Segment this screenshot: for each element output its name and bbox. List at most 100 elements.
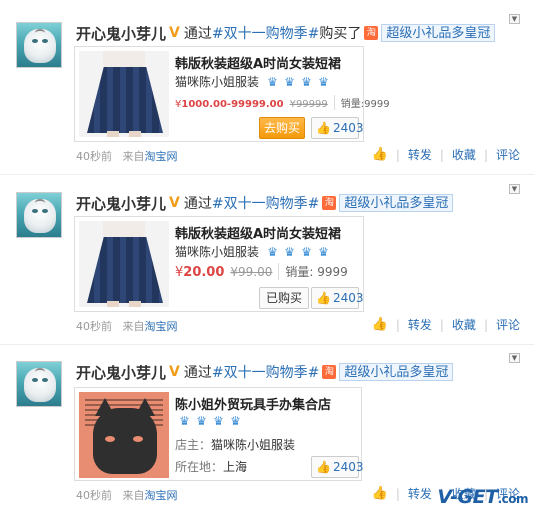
crown-icon: ♛ xyxy=(230,414,241,428)
author-name[interactable]: 开心鬼小芽儿 xyxy=(76,193,166,214)
post-actions: 👍 | 转发 | 收藏 | 评论 xyxy=(371,316,520,333)
weibo-feed: ▼ 开心鬼小芽儿 V 通过 #双十一购物季# 购买了 淘 超级小礼品多皇冠 韩版… xyxy=(0,0,534,512)
forward-button[interactable]: 转发 xyxy=(408,485,432,502)
shop-row: 猫咪陈小姐服装 ♛ ♛ ♛ ♛ xyxy=(175,73,331,90)
bought-button[interactable]: 已购买 xyxy=(259,287,309,309)
source-prefix: 来自 xyxy=(122,150,145,163)
source-link[interactable]: 淘宝网 xyxy=(145,320,178,333)
forward-button[interactable]: 转发 xyxy=(408,146,432,163)
product-title[interactable]: 韩版秋装超级A时尚女装短裙 xyxy=(175,53,341,72)
taobao-icon: 淘 xyxy=(322,196,337,210)
favorite-button[interactable]: 收藏 xyxy=(452,316,476,333)
like-icon[interactable]: 👍 xyxy=(372,486,388,501)
currency-symbol: ¥ xyxy=(175,265,184,280)
thumb-up-icon: 👍 xyxy=(316,291,331,305)
like-count: 2403 xyxy=(332,121,364,135)
crown-icon: ♛ xyxy=(267,244,278,259)
like-button[interactable]: 👍 2403 xyxy=(311,117,364,139)
product-card[interactable]: 韩版秋装超级A时尚女装短裙 猫咪陈小姐服装 ♛ ♛ ♛ ♛ ¥ 1000.00-… xyxy=(74,46,390,142)
avatar[interactable] xyxy=(16,192,62,238)
price-row: ¥ 1000.00-99999.00 ¥99999 销量:9999 xyxy=(175,95,390,110)
like-icon[interactable]: 👍 xyxy=(372,147,388,162)
thumb-up-icon: 👍 xyxy=(316,460,331,474)
feed-post: ▼ 开心鬼小芽儿 V 通过 #双十一购物季# 淘 超级小礼品多皇冠 韩版秋装超级… xyxy=(0,178,534,346)
tag-link[interactable]: 超级小礼品多皇冠 xyxy=(339,194,454,212)
like-button[interactable]: 👍 2403 xyxy=(311,287,364,309)
shop-title[interactable]: 陈小姐外贸玩具手办集合店 xyxy=(175,394,331,413)
thumb-up-icon: 👍 xyxy=(316,121,331,135)
buy-button[interactable]: 去购买 xyxy=(259,117,305,139)
source-link[interactable]: 淘宝网 xyxy=(145,150,178,163)
post-time[interactable]: 40秒前 xyxy=(76,150,112,163)
product-image[interactable] xyxy=(79,221,169,307)
taobao-icon: 淘 xyxy=(364,26,379,40)
chevron-down-icon[interactable]: ▼ xyxy=(509,14,520,24)
like-button[interactable]: 👍 2403 xyxy=(311,456,364,478)
via-text: 通过 xyxy=(183,196,212,212)
verified-icon: V xyxy=(169,25,180,41)
product-image[interactable] xyxy=(79,51,169,137)
source-prefix: 来自 xyxy=(122,489,145,502)
via-text: 通过 xyxy=(183,365,212,381)
topic-link[interactable]: #双十一购物季# xyxy=(212,193,319,213)
tag-link[interactable]: 超级小礼品多皇冠 xyxy=(339,363,454,381)
price-row: ¥ 20.00 ¥99.00 销量: 9999 xyxy=(175,263,348,280)
chevron-down-icon[interactable]: ▼ xyxy=(509,353,520,363)
crown-icon: ♛ xyxy=(318,74,329,89)
post-actions: 👍 | 转发 | 收藏 | 评论 xyxy=(371,146,520,163)
post-headline: 开心鬼小芽儿 V 通过 #双十一购物季# 淘 超级小礼品多皇冠 xyxy=(76,192,454,214)
crown-icon: ♛ xyxy=(284,74,295,89)
shop-card[interactable]: 陈小姐外贸玩具手办集合店 ♛ ♛ ♛ ♛ 店主：猫咪陈小姐服装 所在地：上海 👍… xyxy=(74,387,364,481)
topic-link[interactable]: #双十一购物季# xyxy=(212,23,319,43)
crown-icon: ♛ xyxy=(301,74,312,89)
source-prefix: 来自 xyxy=(122,320,145,333)
comment-button[interactable]: 评论 xyxy=(496,146,520,163)
via-text: 通过 xyxy=(183,26,212,42)
skirt-image xyxy=(87,67,163,133)
favorite-button[interactable]: 收藏 xyxy=(452,146,476,163)
like-icon[interactable]: 👍 xyxy=(372,317,388,332)
old-price: ¥99.00 xyxy=(230,265,273,279)
post-headline: 开心鬼小芽儿 V 通过 #双十一购物季# 购买了 淘 超级小礼品多皇冠 xyxy=(76,22,496,44)
product-title[interactable]: 韩版秋装超级A时尚女装短裙 xyxy=(175,223,341,242)
watermark-logo: V-GET.com xyxy=(437,486,528,508)
like-count: 2403 xyxy=(332,291,364,305)
shop-name[interactable]: 猫咪陈小姐服装 xyxy=(175,243,259,260)
author-name[interactable]: 开心鬼小芽儿 xyxy=(76,23,166,44)
post-meta: 40秒前 来自淘宝网 xyxy=(76,318,178,334)
post-meta: 40秒前 来自淘宝网 xyxy=(76,148,178,164)
price: 1000.00-99999.00 xyxy=(181,99,284,110)
post-meta: 40秒前 来自淘宝网 xyxy=(76,487,178,503)
topic-link[interactable]: #双十一购物季# xyxy=(212,362,319,382)
crown-icon: ♛ xyxy=(196,414,207,428)
feed-post: ▼ 开心鬼小芽儿 V 通过 #双十一购物季# 购买了 淘 超级小礼品多皇冠 韩版… xyxy=(0,8,534,176)
author-name[interactable]: 开心鬼小芽儿 xyxy=(76,362,166,383)
sales-count: 销量: 9999 xyxy=(278,263,348,280)
product-card[interactable]: 韩版秋装超级A时尚女装短裙 猫咪陈小姐服装 ♛ ♛ ♛ ♛ ¥ 20.00 ¥9… xyxy=(74,216,364,312)
shop-owner: 店主：猫咪陈小姐服装 xyxy=(175,438,296,452)
skirt-image xyxy=(87,237,163,303)
crown-icon: ♛ xyxy=(284,244,295,259)
avatar[interactable] xyxy=(16,22,62,68)
tag-link[interactable]: 超级小礼品多皇冠 xyxy=(381,24,496,42)
post-time[interactable]: 40秒前 xyxy=(76,489,112,502)
shop-image[interactable] xyxy=(79,392,169,478)
crown-icon: ♛ xyxy=(213,414,224,428)
source-link[interactable]: 淘宝网 xyxy=(145,489,178,502)
avatar[interactable] xyxy=(16,361,62,407)
crown-rating: ♛ ♛ ♛ ♛ xyxy=(263,75,331,89)
cat-image xyxy=(93,408,157,474)
crown-icon: ♛ xyxy=(267,74,278,89)
crown-icon: ♛ xyxy=(179,414,190,428)
comment-button[interactable]: 评论 xyxy=(496,316,520,333)
shop-name[interactable]: 猫咪陈小姐服装 xyxy=(175,73,259,90)
old-price: ¥99999 xyxy=(289,99,328,110)
price: 20.00 xyxy=(183,265,225,280)
sales-count: 销量:9999 xyxy=(333,95,390,110)
post-time[interactable]: 40秒前 xyxy=(76,320,112,333)
chevron-down-icon[interactable]: ▼ xyxy=(509,184,520,194)
shop-location: 所在地：上海 xyxy=(175,460,248,474)
divider xyxy=(0,174,534,175)
forward-button[interactable]: 转发 xyxy=(408,316,432,333)
crown-icon: ♛ xyxy=(301,244,312,259)
